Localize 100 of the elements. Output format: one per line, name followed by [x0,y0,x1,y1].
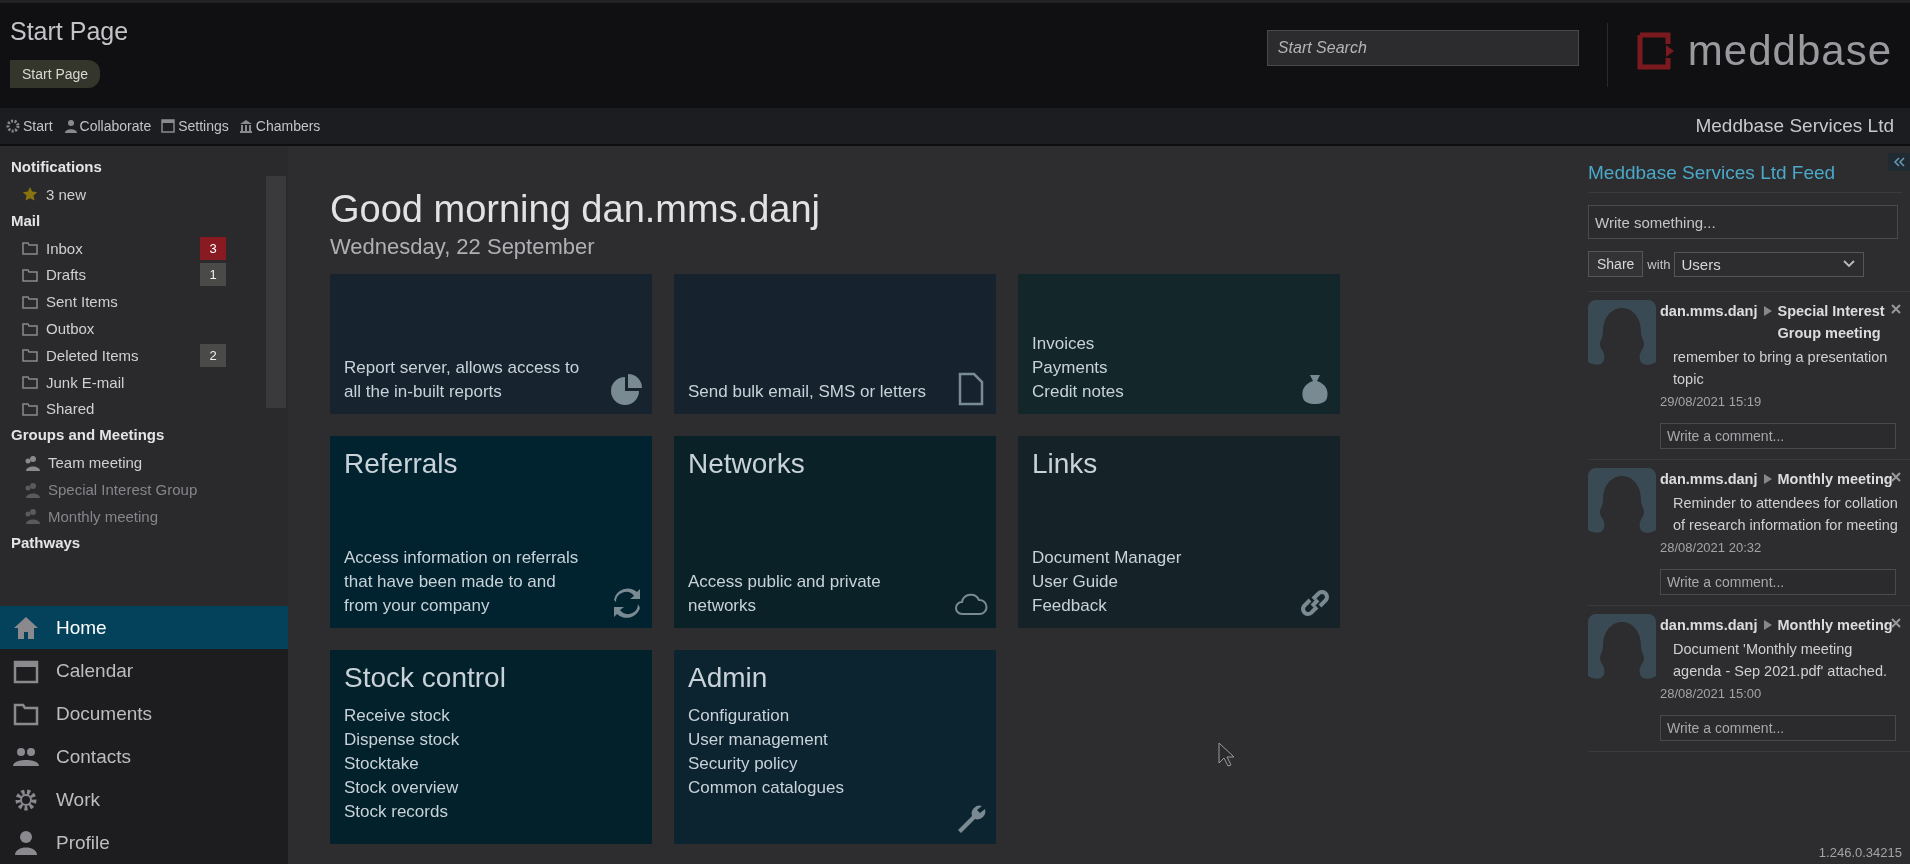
close-icon[interactable] [1891,304,1901,314]
tile[interactable]: Referrals Access information on referrals that have been made to and from your company [330,436,652,628]
mail-folder[interactable]: Inbox 3 [0,234,266,262]
folder-icon [22,240,38,257]
post-text: Reminder to attendees for collation of research information for meeting [1672,494,1899,535]
avatar-silhouette [1588,468,1656,534]
tile[interactable]: Networks Access public and private networks [674,436,996,628]
mail-folder[interactable]: Drafts 1 [0,261,266,289]
tile[interactable]: Report server, allows access to all the in-built reports [330,274,652,414]
nav-item[interactable]: Home [0,606,288,649]
post-time: 28/08/2021 15:00 [1660,686,1763,701]
tile-title: Links [1032,448,1099,480]
close-icon[interactable] [1891,618,1901,628]
folder-icon [22,347,38,364]
post-author[interactable]: dan.mms.danj [1660,614,1758,636]
tile-link[interactable]: Common catalogues [688,776,938,800]
version-text: 1.246.0.34215 [1818,845,1902,860]
section-heading: Notifications [10,157,103,177]
tile[interactable]: Links Document Manager User Guide Feedback [1018,436,1340,628]
tile-title: Referrals [344,448,459,480]
tile-link[interactable]: Dispense stock [344,728,594,752]
pie-chart-icon [610,372,644,406]
nav-item[interactable]: Contacts [0,735,288,778]
toolbar-button[interactable]: Settings [159,118,237,134]
post-author[interactable]: dan.mms.danj [1660,468,1758,490]
home-icon [13,614,39,641]
tile[interactable]: Send bulk email, SMS or letters [674,274,996,414]
avatar-silhouette [1588,614,1656,680]
triangle-right-icon [1763,474,1772,484]
mail-folder[interactable]: Outbox [0,315,266,342]
logo-text: meddbase [1687,27,1892,75]
page-title: Start Page [10,17,130,46]
person-icon [13,829,39,856]
count-badge: 2 [200,343,226,367]
nav-item[interactable]: Profile [0,821,288,864]
date-text: Wednesday, 22 September [330,234,596,260]
breadcrumb-tab[interactable]: Start Page [10,60,101,88]
tile-link[interactable]: Feedback [1032,594,1282,618]
tile-link[interactable]: Payments [1032,356,1282,380]
tile-link[interactable]: Invoices [1032,332,1282,356]
post-target[interactable]: Special Interest Group meeting [1777,300,1902,344]
nav-item[interactable]: Work [0,778,288,821]
post-text: remember to bring a presentation topic [1672,348,1889,389]
section-heading: Groups and Meetings [10,425,166,446]
chevron-down-icon [1843,260,1856,268]
tile[interactable]: Stock control Receive stock Dispense stock Stocktake Stock overview Stock records [330,650,652,844]
building-icon [238,119,253,133]
mail-folder[interactable]: Shared [0,395,266,423]
audience-dropdown[interactable]: Users [1674,251,1865,277]
section-heading: Mail [10,210,42,231]
comment-field[interactable]: Write a comment... [1660,423,1896,449]
tile-link[interactable]: Configuration [688,704,938,728]
toolbar-button[interactable]: Chambers [236,118,329,134]
folder-icon [22,374,38,391]
double-chevron-icon [1893,157,1905,167]
person-icon [62,119,77,133]
toolbar-button[interactable]: Start [4,118,61,134]
share-button[interactable]: Share [1588,251,1644,277]
nav-item[interactable]: Documents [0,692,288,735]
post-input-field[interactable]: Write something... [1588,205,1898,239]
tile-title: Admin [688,662,769,694]
notification-item[interactable]: 3 new [0,181,266,208]
collapse-button[interactable] [1888,153,1910,171]
mouse-cursor-icon [1218,742,1236,768]
tile-link[interactable]: Credit notes [1032,380,1282,404]
tile-link[interactable]: User management [688,728,938,752]
avatar-silhouette [1588,300,1656,366]
star-icon [22,186,38,203]
post-target[interactable]: Monthly meeting [1777,468,1902,490]
company-name: Meddbase Services Ltd [1695,115,1894,137]
tile-link[interactable]: Stocktake [344,752,594,776]
mail-folder[interactable]: Junk E-mail [0,368,266,396]
folder-icon [22,320,38,337]
tile[interactable]: Invoices Payments Credit notes [1018,274,1340,414]
tile-link[interactable]: User Guide [1032,570,1282,594]
search-field[interactable]: Start Search [1266,30,1579,66]
group-item[interactable]: Team meeting [0,449,266,477]
tile-description: Access information on referrals that have been made to and from your company [344,547,580,617]
tile-link[interactable]: Receive stock [344,704,594,728]
comment-field[interactable]: Write a comment... [1660,569,1896,595]
tile-link[interactable]: Stock overview [344,776,594,800]
mail-folder[interactable]: Sent Items [0,288,266,316]
tile[interactable]: Admin Configuration User management Security policy Common catalogues [674,650,996,844]
close-icon[interactable] [1891,472,1901,482]
triangle-right-icon [1763,306,1772,316]
nav-item[interactable]: Calendar [0,649,288,692]
tile-title: Stock control [344,662,507,694]
mail-folder[interactable]: Deleted Items 2 [0,342,266,369]
post-time: 29/08/2021 15:19 [1660,394,1763,409]
tile-description: Access public and private networks [688,571,882,617]
tile-link[interactable]: Document Manager [1032,546,1282,570]
window-icon [161,119,176,133]
with-label: with [1647,256,1671,272]
post-target[interactable]: Monthly meeting [1777,614,1902,636]
comment-field[interactable]: Write a comment... [1660,715,1896,741]
post-author[interactable]: dan.mms.danj [1660,300,1758,322]
post-text: Document 'Monthly meeting agenda - Sep 2021.pdf' attached. [1672,640,1888,681]
toolbar-button[interactable]: Collaborate [60,118,160,134]
tile-link[interactable]: Security policy [688,752,938,776]
tile-link[interactable]: Stock records [344,800,594,824]
